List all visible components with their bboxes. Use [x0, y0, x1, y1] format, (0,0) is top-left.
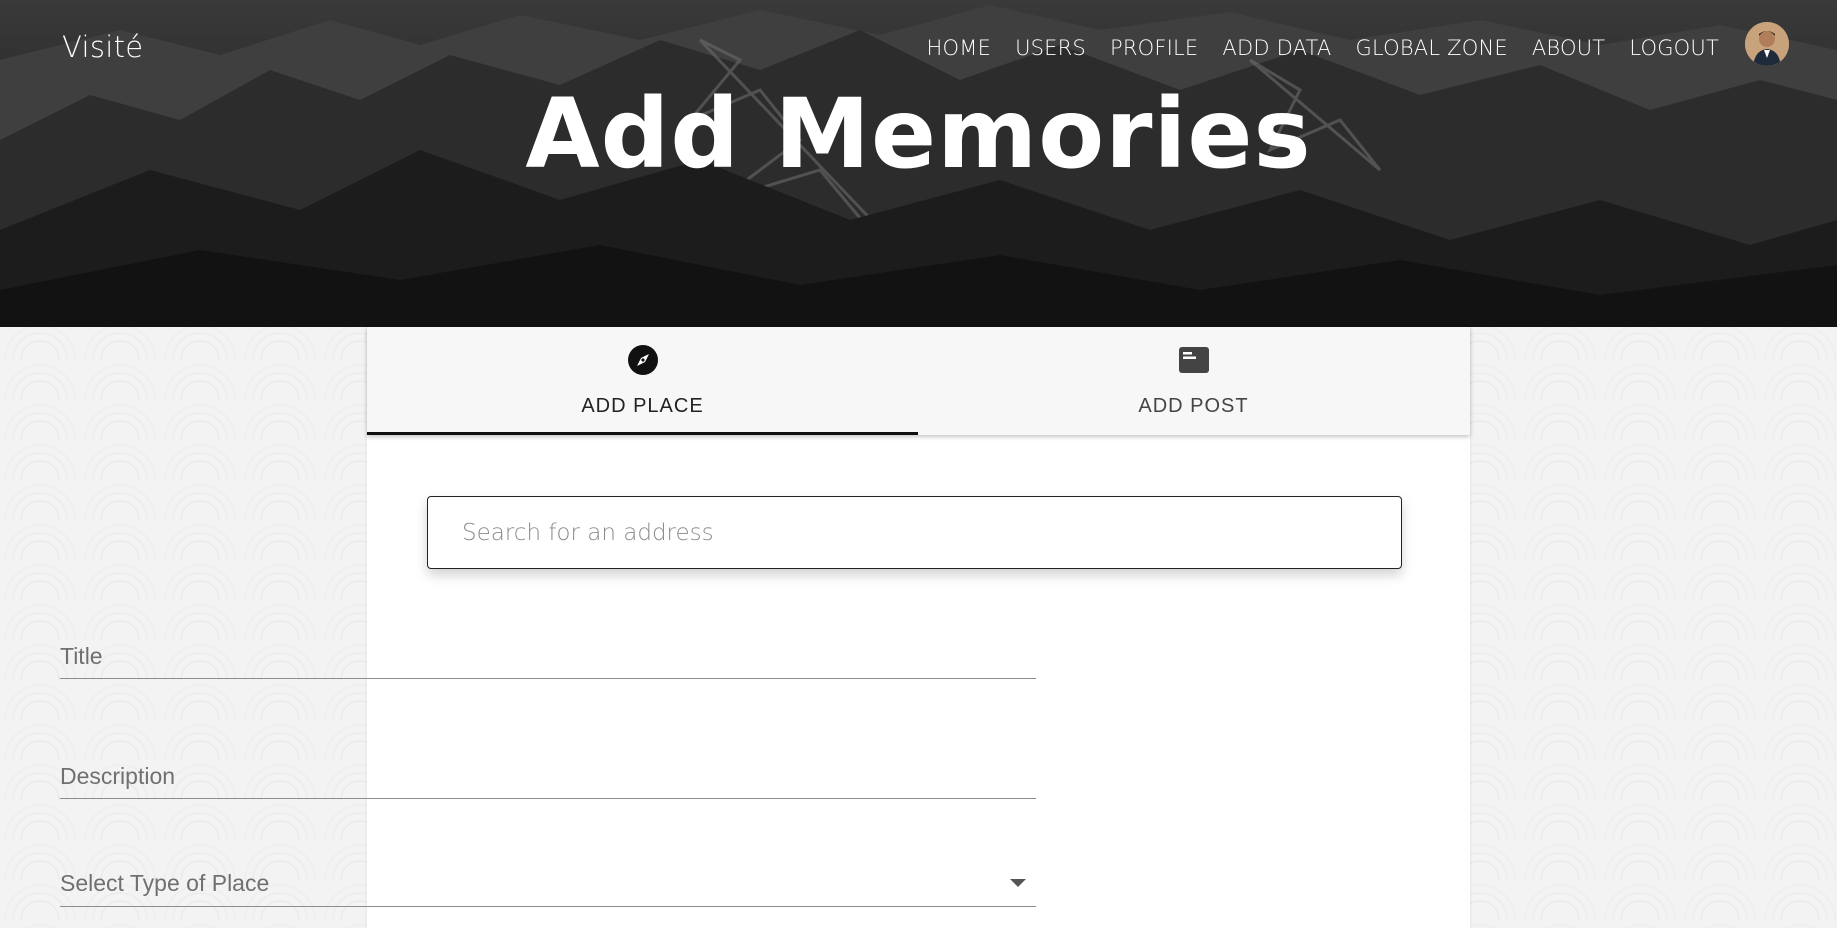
title-field: [60, 634, 1036, 679]
nav-users[interactable]: USERS: [1015, 36, 1086, 60]
nav-home[interactable]: HOME: [927, 36, 992, 60]
user-avatar[interactable]: [1745, 22, 1789, 66]
form-card: ADD PLACE ADD POST: [367, 327, 1470, 928]
page-title: Add Memories: [525, 78, 1312, 190]
nav-global-zone[interactable]: GLOBAL ZONE: [1355, 36, 1507, 60]
description-input[interactable]: [60, 754, 1036, 798]
avatar-icon: [1745, 22, 1789, 66]
tab-add-post[interactable]: ADD POST: [918, 327, 1469, 435]
nav-logout[interactable]: LOGOUT: [1629, 36, 1719, 60]
description-field: [60, 754, 1036, 799]
tab-bar: ADD PLACE ADD POST: [367, 327, 1470, 435]
main-nav: HOME USERS PROFILE ADD DATA GLOBAL ZONE …: [903, 36, 1719, 60]
address-search: [427, 496, 1402, 569]
nav-add-data[interactable]: ADD DATA: [1222, 36, 1331, 60]
title-input[interactable]: [60, 634, 1036, 678]
arrow-drop-down-icon: [1010, 879, 1026, 887]
address-search-input[interactable]: [428, 497, 1401, 568]
card-icon: [1178, 347, 1209, 373]
compass-icon: [627, 345, 658, 375]
tab-label: ADD PLACE: [581, 395, 704, 417]
tab-add-place[interactable]: ADD PLACE: [367, 327, 918, 435]
select-placeholder: Select Type of Place: [60, 870, 270, 896]
place-type-select[interactable]: Select Type of Place: [60, 862, 1036, 907]
active-tab-indicator: [367, 432, 918, 435]
tab-label: ADD POST: [1138, 395, 1249, 417]
nav-profile[interactable]: PROFILE: [1110, 36, 1198, 60]
nav-about[interactable]: ABOUT: [1532, 36, 1605, 60]
hero-banner: Visité HOME USERS PROFILE ADD DATA GLOBA…: [0, 0, 1837, 327]
brand-logo[interactable]: Visité: [62, 30, 143, 64]
